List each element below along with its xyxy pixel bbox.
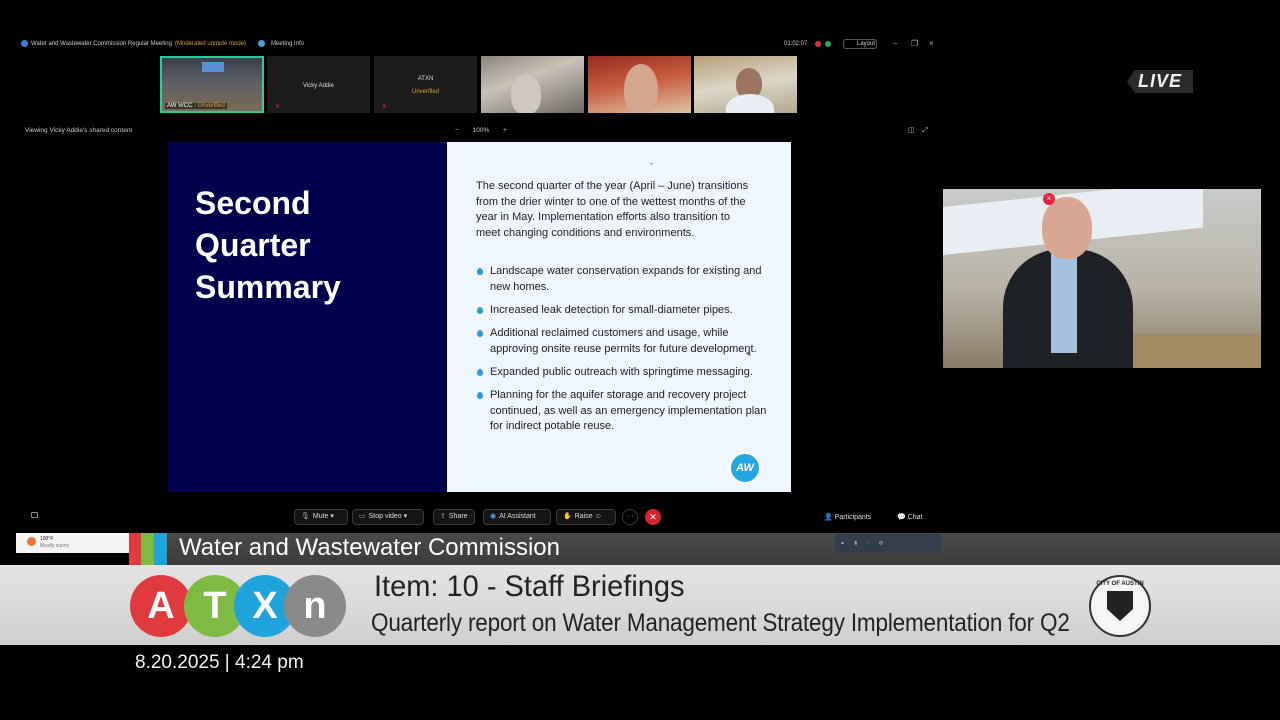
speaker-head — [1042, 197, 1092, 259]
view-options: ◫ ⤢ — [908, 126, 928, 135]
moderated-mode-label: (Moderated unmute mode) — [175, 41, 247, 47]
mute-button[interactable]: 🎙 Mute ▾ — [294, 509, 348, 525]
participant-shirt — [726, 94, 774, 113]
webex-app-icon — [21, 40, 28, 47]
live-badge: LIVE — [1127, 70, 1193, 93]
chat-button[interactable]: 💬 Chat — [897, 513, 922, 521]
raise-hand-button[interactable]: ✋ Raise ☺ — [556, 509, 616, 525]
hand-icon: ✋ — [563, 513, 572, 520]
more-options-icon[interactable]: ··· — [622, 509, 638, 525]
city-of-austin-seal: CITY OF AUSTIN — [1089, 575, 1151, 637]
participant-name: Vicky Addie — [303, 83, 334, 89]
weather-icon — [27, 537, 36, 546]
speaker-shirt — [1051, 253, 1077, 353]
leave-meeting-button[interactable]: ✕ — [645, 509, 661, 525]
slide-title-panel: Second Quarter Summary — [168, 142, 447, 492]
participants-icon: 👤 — [824, 514, 833, 521]
ai-assistant-icon: ◉ — [490, 513, 497, 520]
atxn-logo-a: A — [130, 575, 192, 637]
participant-tile-aw-wcc[interactable]: AW WCC · Unverified — [160, 56, 264, 113]
meeting-title-bar: Water and Wastewater Commission Regular … — [0, 36, 960, 52]
tray-icons: ▲ ▮ ◌ ◍ — [840, 540, 888, 546]
accent-stripe-blue — [154, 533, 167, 565]
muted-mic-icon: ✕ — [275, 104, 281, 110]
participant-person — [624, 64, 658, 113]
water-drop-icon — [477, 368, 483, 376]
speaker-video: × — [943, 189, 1261, 368]
participant-video-3[interactable] — [694, 56, 797, 113]
share-icon: ⇪ — [440, 513, 446, 520]
participants-button[interactable]: 👤 Participants — [824, 513, 871, 521]
participant-status: Unverified — [411, 89, 439, 95]
zoom-control: − 100% + — [455, 127, 507, 134]
meeting-timer: 01:02:07 — [784, 41, 808, 47]
chat-icon: 💬 — [897, 514, 906, 521]
accent-stripe-red — [129, 533, 141, 565]
stop-video-button[interactable]: ▭ Stop video ▾ — [352, 509, 424, 525]
water-drop-icon — [477, 306, 483, 314]
minimize-icon[interactable]: – — [893, 39, 897, 48]
layout-button[interactable]: Layout — [843, 39, 877, 49]
participant-video-2[interactable] — [588, 56, 691, 113]
slide-bullet: Additional reclaimed customers and usage… — [476, 326, 776, 357]
close-icon[interactable]: × — [929, 39, 934, 48]
accent-stripe-green — [141, 533, 154, 565]
slide-bullet: Increased leak detection for small-diame… — [476, 303, 776, 319]
atxn-logo-n: n — [284, 575, 346, 637]
weather-widget: 100°F Mostly sunny — [16, 533, 129, 553]
participant-caption: AW WCC · Unverified — [165, 103, 227, 109]
system-tray: ▲ ▮ ◌ ◍ — [835, 534, 941, 553]
participant-tile-vicky-addie[interactable]: Vicky Addie ✕ — [267, 56, 370, 113]
camera-icon: ▭ — [359, 513, 366, 520]
water-drop-icon — [477, 391, 483, 399]
info-icon[interactable] — [258, 40, 265, 47]
slide-intro: The second quarter of the year (April – … — [476, 180, 749, 239]
austin-water-logo: AW — [729, 452, 761, 484]
share-button[interactable]: ⇪ Share — [433, 509, 475, 525]
participant-name: ATXN — [417, 76, 434, 82]
slide-bullet: Planning for the aquifer storage and rec… — [476, 388, 776, 435]
muted-mic-icon: ✕ — [382, 104, 388, 110]
agenda-item-title: Item: 10 - Staff Briefings — [374, 570, 685, 604]
slide-title: Second Quarter Summary — [195, 185, 341, 305]
zoom-in-button[interactable]: + — [503, 127, 507, 134]
broadcast-timestamp: 8.20.2025 | 4:24 pm — [135, 652, 304, 673]
participant-tile-atxn[interactable]: ATXN Unverified ✕ — [374, 56, 477, 113]
viewing-label: Viewing Vicky Addie's shared content — [25, 127, 133, 134]
meeting-info-link[interactable]: Meeting Info — [271, 41, 304, 47]
seal-text: CITY OF AUSTIN — [1096, 581, 1144, 587]
weather-desc: Mostly sunny — [40, 543, 70, 549]
slide-content-panel: + The second quarter of the year (April … — [447, 142, 791, 492]
captions-icon[interactable] — [31, 512, 38, 518]
slide-bullets: Landscape water conservation expands for… — [476, 264, 776, 442]
agenda-item-subtitle: Quarterly report on Water Management Str… — [371, 609, 1070, 637]
room-screen — [202, 62, 224, 72]
water-drop-icon — [477, 268, 483, 275]
ai-assistant-button[interactable]: ◉ AI Assistant — [483, 509, 551, 525]
meeting-title: Water and Wastewater Commission Regular … — [31, 41, 172, 47]
weather-temp: 100°F — [40, 536, 54, 542]
screen-close-icon: × — [1043, 193, 1055, 205]
connection-icon — [825, 41, 831, 47]
seal-shield-icon — [1107, 591, 1133, 621]
slide-bullet: Landscape water conservation expands for… — [476, 264, 776, 295]
mic-icon: 🎙 — [301, 513, 310, 520]
restore-icon[interactable]: ❐ — [911, 39, 918, 48]
fullscreen-icon[interactable]: ⤢ — [922, 127, 928, 134]
participant-video-1[interactable] — [481, 56, 584, 113]
slide-bullet: Expanded public outreach with springtime… — [476, 365, 776, 381]
popout-icon[interactable]: ◫ — [908, 127, 915, 134]
commission-title: Water and Wastewater Commission — [179, 534, 560, 561]
slide-pointer-icon: + — [650, 162, 654, 168]
zoom-value: 100% — [472, 127, 490, 134]
water-drop-icon — [477, 329, 483, 337]
participant-person — [511, 74, 541, 113]
zoom-out-button[interactable]: − — [455, 127, 459, 134]
recording-icon — [815, 41, 821, 47]
